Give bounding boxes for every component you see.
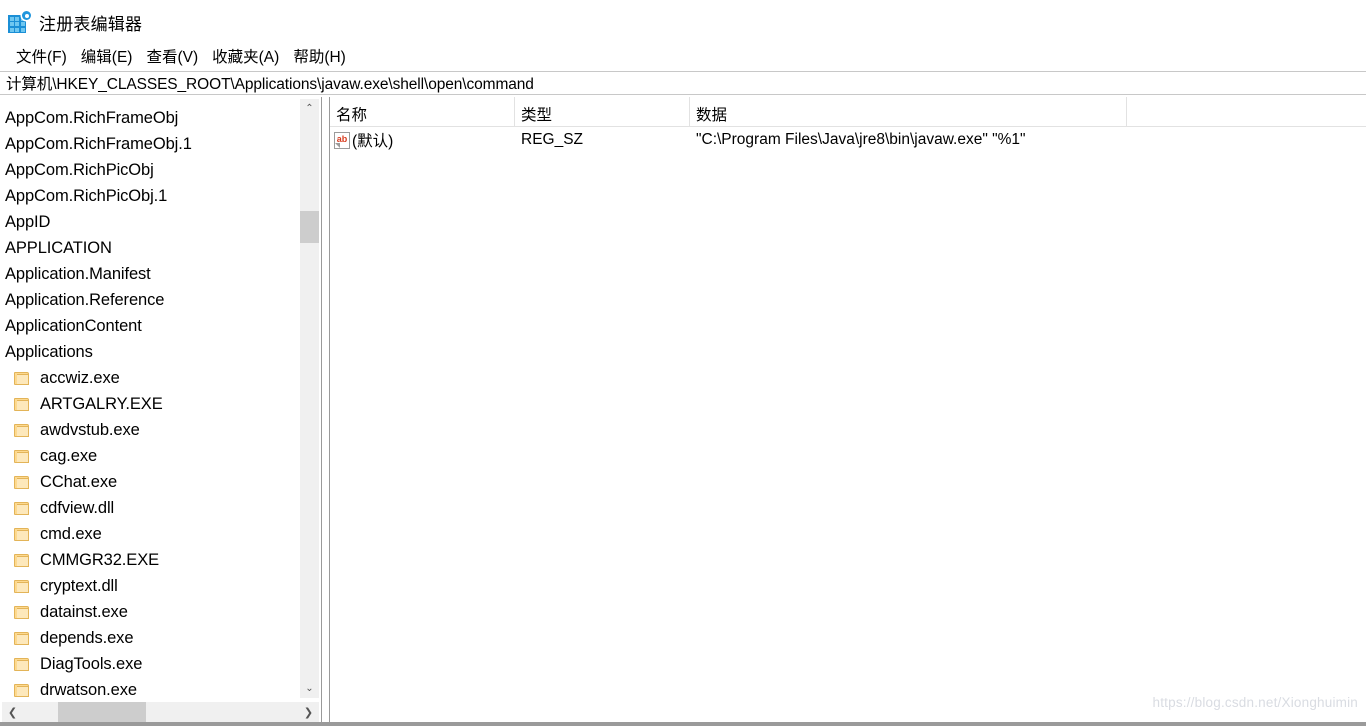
menu-file[interactable]: 文件(F): [9, 47, 74, 69]
tree-item[interactable]: ARTGALRY.EXE: [0, 391, 299, 417]
registry-tree-pane: AppCom.RichFrameObj AppCom.RichFrameObj.1…: [0, 97, 322, 726]
tree-item-label: cryptext.dll: [40, 576, 118, 595]
tree-item-label: cag.exe: [40, 446, 98, 465]
folder-icon: [14, 475, 29, 489]
scroll-left-icon[interactable]: ❮: [2, 702, 23, 723]
tree-item-label: Application.Reference: [5, 290, 165, 309]
registry-path: 计算机\HKEY_CLASSES_ROOT\Applications\javaw…: [6, 76, 534, 93]
main-content: AppCom.RichFrameObj AppCom.RichFrameObj.1…: [0, 97, 1366, 726]
tree-item-label: AppCom.RichFrameObj.1: [5, 134, 192, 153]
folder-icon: [14, 553, 29, 567]
address-bar[interactable]: 计算机\HKEY_CLASSES_ROOT\Applications\javaw…: [0, 71, 1366, 95]
tree-item[interactable]: cag.exe: [0, 443, 299, 469]
registry-values-pane: 名称 类型 数据 ab (默认) REG_SZ "C:\Program Files\J…: [329, 97, 1366, 726]
tree-item[interactable]: AppID: [0, 209, 299, 235]
folder-icon: [14, 501, 29, 515]
string-value-icon: ab: [334, 131, 350, 149]
title-bar: 注册表编辑器: [0, 0, 1366, 44]
tree-item[interactable]: ApplicationContent: [0, 313, 299, 339]
tree-item[interactable]: AppCom.RichPicObj.1: [0, 183, 299, 209]
tree-item[interactable]: Applications: [0, 339, 299, 365]
tree-item[interactable]: drwatson.exe: [0, 677, 299, 697]
column-header-name[interactable]: 名称: [330, 97, 515, 126]
tree-item[interactable]: CMMGR32.EXE: [0, 547, 299, 573]
tree-item-label: datainst.exe: [40, 602, 128, 621]
scroll-right-icon[interactable]: ❯: [298, 702, 319, 723]
folder-icon: [14, 605, 29, 619]
tree-item[interactable]: cmd.exe: [0, 521, 299, 547]
column-header-type[interactable]: 类型: [515, 97, 690, 126]
tree-item[interactable]: APPLICATION: [0, 235, 299, 261]
tree-item[interactable]: AppCom.RichFrameObj.1: [0, 131, 299, 157]
scroll-up-icon[interactable]: ⌃: [300, 99, 319, 118]
tree-item[interactable]: depends.exe: [0, 625, 299, 651]
tree-item[interactable]: awdvstub.exe: [0, 417, 299, 443]
value-type: REG_SZ: [521, 131, 584, 148]
tree-item-label: cmd.exe: [40, 524, 102, 543]
menu-edit[interactable]: 编辑(E): [74, 47, 140, 69]
tree-item-label: CMMGR32.EXE: [40, 550, 160, 569]
value-row[interactable]: ab (默认) REG_SZ "C:\Program Files\Java\jre8\…: [330, 127, 1366, 153]
value-name-cell: ab (默认): [330, 129, 515, 151]
tree-item[interactable]: DiagTools.exe: [0, 651, 299, 677]
regedit-icon: [8, 11, 31, 34]
vertical-scroll-thumb[interactable]: [300, 211, 319, 243]
tree-item-label: depends.exe: [40, 628, 134, 647]
folder-icon: [14, 683, 29, 697]
registry-tree[interactable]: AppCom.RichFrameObj AppCom.RichFrameObj.1…: [0, 105, 299, 698]
values-list[interactable]: ab (默认) REG_SZ "C:\Program Files\Java\jre8\…: [330, 127, 1366, 153]
tree-item[interactable]: Application.Reference: [0, 287, 299, 313]
folder-icon: [14, 527, 29, 541]
tree-item-label: awdvstub.exe: [40, 420, 140, 439]
tree-item[interactable]: accwiz.exe: [0, 365, 299, 391]
folder-icon: [14, 371, 29, 385]
folder-icon: [14, 657, 29, 671]
folder-icon: [14, 423, 29, 437]
tree-item-label: AppCom.RichFrameObj: [5, 108, 179, 127]
tree-item-label: accwiz.exe: [40, 368, 120, 387]
scroll-down-icon[interactable]: ⌄: [300, 679, 319, 698]
folder-icon: [14, 631, 29, 645]
tree-item-label: AppID: [5, 212, 51, 231]
tree-item-label: AppCom.RichPicObj: [5, 160, 154, 179]
tree-item-label: CChat.exe: [40, 472, 118, 491]
tree-item[interactable]: Application.Manifest: [0, 261, 299, 287]
values-column-header: 名称 类型 数据: [330, 97, 1366, 127]
folder-icon: [14, 397, 29, 411]
tree-item-label: DiagTools.exe: [40, 654, 143, 673]
menu-favorites[interactable]: 收藏夹(A): [205, 47, 286, 69]
value-name: (默认): [352, 133, 394, 150]
window-title: 注册表编辑器: [39, 14, 143, 34]
window-bottom-border: [0, 722, 1366, 726]
menu-help[interactable]: 帮助(H): [286, 47, 353, 69]
column-header-data[interactable]: 数据: [690, 97, 1127, 126]
tree-item[interactable]: cryptext.dll: [0, 573, 299, 599]
tree-item-label: ApplicationContent: [5, 316, 142, 335]
tree-item-label: Applications: [5, 342, 93, 361]
tree-vertical-scrollbar[interactable]: ⌃ ⌄: [299, 99, 319, 698]
folder-icon: [14, 579, 29, 593]
tree-item[interactable]: cdfview.dll: [0, 495, 299, 521]
folder-icon: [14, 449, 29, 463]
tree-item[interactable]: AppCom.RichPicObj: [0, 157, 299, 183]
tree-item-label: ARTGALRY.EXE: [40, 394, 163, 413]
menu-view[interactable]: 查看(V): [139, 47, 205, 69]
tree-item-label: Application.Manifest: [5, 264, 151, 283]
horizontal-scroll-thumb[interactable]: [58, 702, 146, 723]
tree-item-label: AppCom.RichPicObj.1: [5, 186, 168, 205]
value-data: "C:\Program Files\Java\jre8\bin\javaw.ex…: [696, 131, 1026, 148]
tree-item[interactable]: AppCom.RichFrameObj: [0, 105, 299, 131]
menu-bar: 文件(F) 编辑(E) 查看(V) 收藏夹(A) 帮助(H): [0, 44, 1366, 71]
tree-item[interactable]: CChat.exe: [0, 469, 299, 495]
tree-item-label: cdfview.dll: [40, 498, 115, 517]
tree-item-label: drwatson.exe: [40, 680, 137, 698]
tree-horizontal-scrollbar[interactable]: ❮ ❯: [2, 702, 319, 723]
tree-item[interactable]: datainst.exe: [0, 599, 299, 625]
tree-item-label: APPLICATION: [5, 238, 112, 257]
